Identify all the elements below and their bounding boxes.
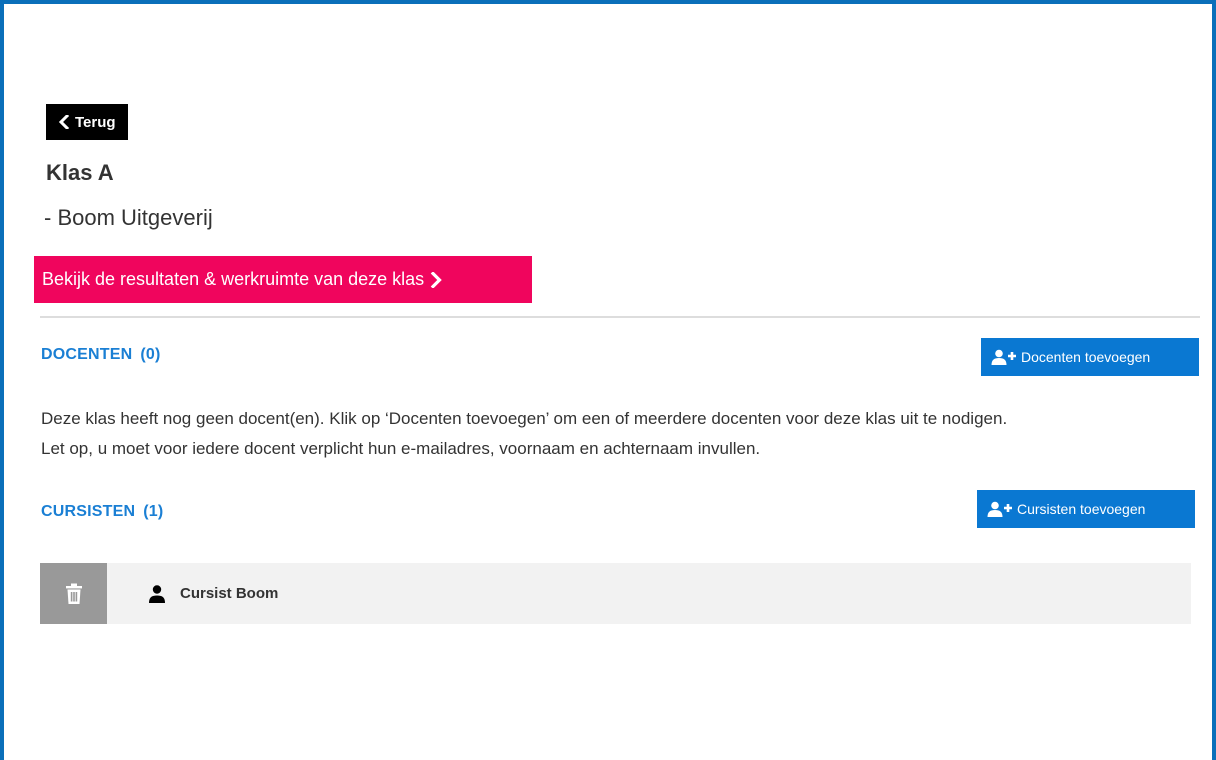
teachers-empty-line-1: Deze klas heeft nog geen docent(en). Kli… [41, 409, 1008, 428]
teachers-heading-label: DOCENTEN [41, 346, 133, 363]
view-results-label: Bekijk de resultaten & werkruimte van de… [42, 269, 425, 289]
teachers-heading: DOCENTEN (0) [41, 346, 161, 364]
students-heading: CURSISTEN (1) [41, 503, 163, 521]
student-name: Cursist Boom [180, 585, 279, 602]
teachers-empty-line-2: Let op, u moet voor iedere docent verpli… [41, 439, 761, 458]
view-results-button[interactable]: Bekijk de resultaten & werkruimte van de… [34, 256, 532, 303]
trash-icon [65, 583, 82, 604]
chevron-right-icon [430, 271, 442, 288]
app-frame: Terug Klas A - Boom Uitgeverij Bekijk de… [0, 0, 1216, 760]
back-button-label: Terug [75, 113, 116, 131]
chevron-left-icon [58, 115, 70, 129]
back-button[interactable]: Terug [46, 104, 128, 140]
add-user-icon [987, 501, 1012, 517]
page-title: Klas A [46, 160, 114, 185]
students-heading-label: CURSISTEN [41, 503, 136, 520]
add-user-icon [991, 349, 1016, 365]
teachers-empty-message: Deze klas heeft nog geen docent(en). Kli… [41, 404, 1206, 464]
section-divider [40, 316, 1200, 318]
add-teachers-label: Docenten toevoegen [1021, 349, 1151, 365]
student-row: Cursist Boom [40, 563, 1191, 624]
teachers-count: (0) [140, 346, 161, 363]
delete-student-button[interactable] [40, 563, 107, 624]
person-icon [149, 584, 165, 603]
page-subtitle: - Boom Uitgeverij [44, 205, 213, 230]
add-students-button[interactable]: Cursisten toevoegen [977, 490, 1195, 528]
add-students-label: Cursisten toevoegen [1017, 501, 1146, 517]
students-count: (1) [143, 503, 164, 520]
add-teachers-button[interactable]: Docenten toevoegen [981, 338, 1199, 376]
